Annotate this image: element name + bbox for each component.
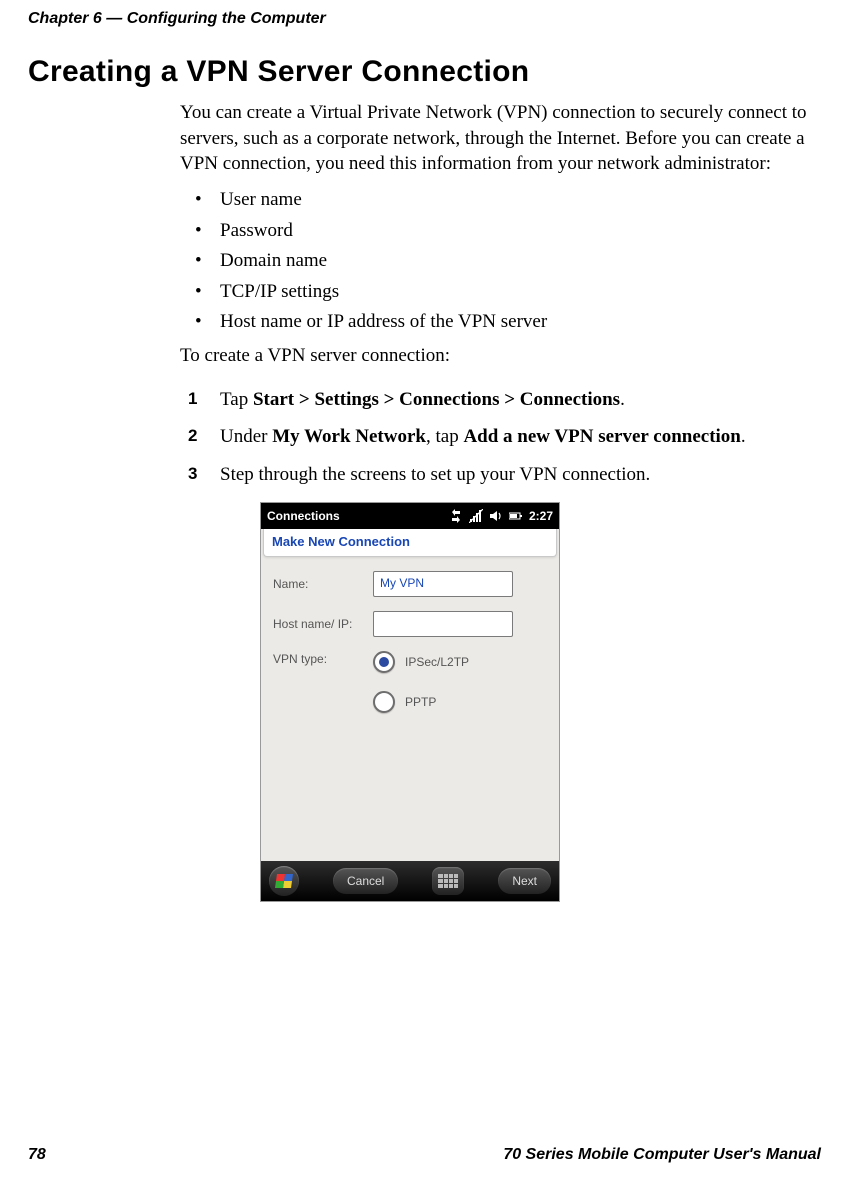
screenshot-app-title: Connections bbox=[267, 508, 449, 524]
screenshot-bottombar: Cancel Next bbox=[261, 861, 559, 901]
bullet-item: TCP/IP settings bbox=[180, 279, 820, 305]
body-content: You can create a Virtual Private Network… bbox=[180, 100, 820, 914]
manual-title: 70 Series Mobile Computer User's Manual bbox=[503, 1146, 821, 1164]
device-screenshot: Connections 2 bbox=[260, 502, 560, 902]
screenshot-subtitle: Make New Connection bbox=[263, 529, 557, 558]
step-text-post: . bbox=[741, 426, 746, 447]
radio-pptp-label: PPTP bbox=[405, 694, 436, 710]
step-text-pre: Tap bbox=[220, 389, 253, 410]
radio-ipsec-label: IPSec/L2TP bbox=[405, 654, 469, 670]
step-text: Step through the screens to set up your … bbox=[220, 464, 650, 485]
screenshot-status-icons: 2:27 bbox=[449, 508, 553, 524]
step-1: 1 Tap Start > Settings > Connections > C… bbox=[180, 387, 820, 413]
cancel-button[interactable]: Cancel bbox=[333, 868, 398, 894]
step-text-bold1: My Work Network bbox=[272, 426, 426, 447]
steps-list: 1 Tap Start > Settings > Connections > C… bbox=[180, 387, 820, 902]
host-label: Host name/ IP: bbox=[273, 616, 373, 632]
page-footer: 78 70 Series Mobile Computer User's Manu… bbox=[28, 1146, 821, 1164]
battery-icon bbox=[509, 509, 523, 523]
step-text-pre: Under bbox=[220, 426, 272, 447]
bullet-item: Domain name bbox=[180, 248, 820, 274]
screenshot-form: Name: My VPN Host name/ IP: VPN type: IP… bbox=[261, 557, 559, 860]
sync-icon bbox=[449, 509, 463, 523]
bullet-item: User name bbox=[180, 187, 820, 213]
screenshot-time: 2:27 bbox=[529, 508, 553, 524]
step-2: 2 Under My Work Network, tap Add a new V… bbox=[180, 424, 820, 450]
chapter-header: Chapter 6 — Configuring the Computer bbox=[28, 10, 326, 28]
host-input[interactable] bbox=[373, 611, 513, 637]
intro-paragraph: You can create a Virtual Private Network… bbox=[180, 100, 820, 177]
step-number: 2 bbox=[188, 425, 197, 448]
radio-ipsec[interactable] bbox=[373, 651, 395, 673]
bullet-list: User name Password Domain name TCP/IP se… bbox=[180, 187, 820, 335]
keyboard-icon bbox=[438, 874, 458, 888]
keyboard-button[interactable] bbox=[432, 867, 464, 895]
windows-logo-icon bbox=[275, 874, 293, 888]
vpn-type-label: VPN type: bbox=[273, 651, 373, 667]
next-button[interactable]: Next bbox=[498, 868, 551, 894]
signal-icon bbox=[469, 509, 483, 523]
bullet-item: Host name or IP address of the VPN serve… bbox=[180, 309, 820, 335]
start-button[interactable] bbox=[269, 866, 299, 896]
screenshot-topbar: Connections 2 bbox=[261, 503, 559, 529]
volume-icon bbox=[489, 509, 503, 523]
lead-sentence: To create a VPN server connection: bbox=[180, 343, 820, 369]
step-number: 3 bbox=[188, 463, 197, 486]
step-text-post: . bbox=[620, 389, 625, 410]
bullet-item: Password bbox=[180, 218, 820, 244]
page-number: 78 bbox=[28, 1146, 46, 1164]
name-input[interactable]: My VPN bbox=[373, 571, 513, 597]
step-text-mid: , tap bbox=[426, 426, 463, 447]
step-text-bold2: Add a new VPN server connection bbox=[463, 426, 740, 447]
radio-pptp[interactable] bbox=[373, 691, 395, 713]
step-3: 3 Step through the screens to set up you… bbox=[180, 462, 820, 902]
name-label: Name: bbox=[273, 576, 373, 592]
step-number: 1 bbox=[188, 388, 197, 411]
step-text-bold: Start > Settings > Connections > Connect… bbox=[253, 389, 620, 410]
page-title: Creating a VPN Server Connection bbox=[28, 55, 529, 89]
